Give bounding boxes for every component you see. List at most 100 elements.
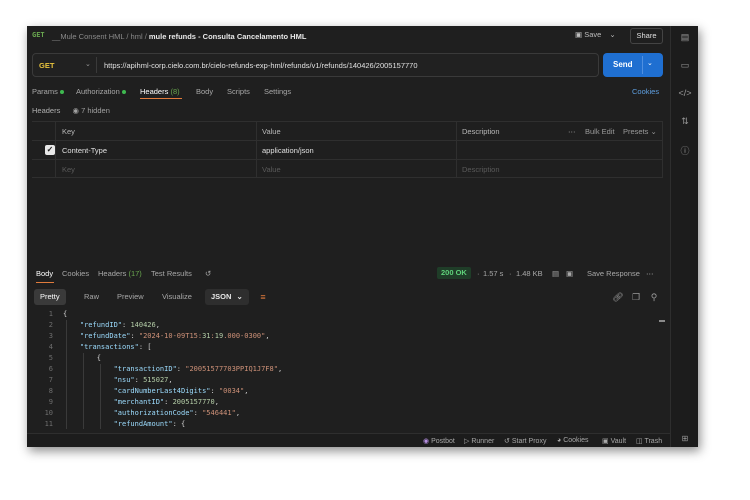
format-label: JSON	[211, 292, 232, 301]
bulk-edit-button[interactable]: Bulk Edit	[585, 127, 615, 136]
related-icon[interactable]: ⇅	[671, 116, 698, 127]
view-pretty[interactable]: Pretty	[34, 289, 66, 305]
breadcrumb-folder[interactable]: hml	[131, 32, 143, 41]
code-text: "transactions": [	[79, 343, 152, 351]
tab-scripts[interactable]: Scripts	[227, 87, 250, 96]
tab-response-body[interactable]: Body	[36, 269, 53, 278]
method-select[interactable]: GET	[39, 61, 54, 70]
code-line: 7 "nsu": 515027,	[27, 375, 667, 386]
postbot-icon: ◉	[423, 438, 430, 445]
headers-title: Headers	[32, 106, 61, 115]
cookies-link[interactable]: Cookies	[632, 87, 659, 96]
new-value-input[interactable]: Value	[262, 165, 281, 174]
breadcrumb-collection[interactable]: __Mule Consent HML	[52, 32, 124, 41]
security-icon[interactable]: ▤	[552, 269, 559, 278]
tab-test-results[interactable]: Test Results	[151, 269, 192, 278]
request-tabs: Params Authorization Headers (8) Body Sc…	[27, 87, 670, 99]
info-icon[interactable]: ⓘ	[671, 144, 698, 157]
new-description-input[interactable]: Description	[462, 165, 500, 174]
code-text: "transactionID": "20051577703PPIQ1J7F8",	[113, 365, 283, 373]
new-key-input[interactable]: Key	[62, 165, 75, 174]
more-options-icon[interactable]: ⋯	[568, 127, 576, 136]
trash-label: Trash	[644, 438, 663, 445]
save-label: Save	[584, 30, 602, 39]
runner-button[interactable]: ▷ Runner	[464, 437, 494, 445]
tab-body[interactable]: Body	[196, 87, 213, 96]
history-icon[interactable]: ↺	[205, 269, 211, 278]
line-number: 1	[48, 310, 53, 318]
response-size[interactable]: 1.48 KB	[516, 269, 543, 278]
status-badge[interactable]: 200 OK	[437, 267, 471, 279]
copy-icon[interactable]: ❐	[630, 291, 642, 303]
chevron-down-icon[interactable]: ⌄	[609, 30, 615, 39]
tab-response-cookies[interactable]: Cookies	[62, 269, 89, 278]
save-response-button[interactable]: Save Response	[587, 269, 640, 278]
view-preview[interactable]: Preview	[111, 289, 150, 305]
code-line: 9 "merchantID": 2005157770,	[27, 397, 667, 408]
header-key-cell[interactable]: Content-Type	[62, 146, 107, 155]
save-icon: ▣	[575, 30, 583, 39]
breadcrumb-current-request[interactable]: mule refunds - Consulta Cancelamento HML	[149, 32, 307, 41]
header-value-cell[interactable]: application/json	[262, 146, 314, 155]
comments-icon[interactable]: ▭	[671, 60, 698, 71]
response-time[interactable]: 1.57 s	[483, 269, 503, 278]
vault-button[interactable]: ▣ Vault	[602, 437, 626, 445]
breadcrumb: __Mule Consent HML / hml / mule refunds …	[52, 32, 306, 41]
start-proxy-button[interactable]: ↺ Start Proxy	[504, 437, 546, 445]
cookies-button[interactable]: ◕ Cookies	[557, 437, 588, 444]
line-number: 7	[48, 376, 53, 384]
tab-response-headers-label: Headers	[98, 269, 127, 278]
format-select[interactable]: JSON ⌄	[205, 289, 249, 305]
line-number: 6	[48, 365, 53, 373]
save-button[interactable]: ▣ Save ⌄	[575, 30, 616, 39]
chevron-down-icon: ⌄	[650, 127, 657, 136]
search-icon[interactable]: ⚲	[648, 291, 660, 303]
vault-label: Vault	[610, 438, 627, 445]
active-tab-indicator	[140, 98, 182, 99]
trash-button[interactable]: ◫ Trash	[636, 437, 662, 445]
eye-icon: ◉	[72, 106, 79, 115]
response-tabs: Body Cookies Headers (17) Test Results ↺	[27, 269, 670, 283]
url-input[interactable]: https://apihml-corp.cielo.com.br/cielo-r…	[104, 61, 418, 70]
link-icon[interactable]: 🔗︎	[612, 291, 624, 303]
documentation-icon[interactable]: ▤	[671, 32, 698, 43]
tab-response-headers[interactable]: Headers (17)	[98, 269, 142, 278]
tab-headers-label: Headers	[140, 87, 169, 96]
chevron-down-icon[interactable]: ⌄	[85, 60, 91, 68]
line-number: 10	[44, 409, 53, 417]
status-dot-icon	[59, 90, 64, 95]
postbot-button[interactable]: ◉ Postbot	[423, 437, 455, 445]
status-dot-icon	[121, 90, 126, 95]
code-text: "refundAmount": {	[113, 420, 186, 428]
column-header-value: Value	[262, 127, 281, 136]
tab-authorization[interactable]: Authorization	[76, 87, 126, 96]
hidden-headers-toggle[interactable]: ◉ 7 hidden	[72, 106, 109, 115]
table-header-row: Key Value Description ⋯ Bulk Edit Preset…	[32, 121, 663, 140]
code-text: "merchantID": 2005157770,	[113, 398, 219, 406]
url-bar: GET ⌄ https://apihml-corp.cielo.com.br/c…	[32, 53, 599, 77]
cookie-icon: ◕	[557, 437, 562, 444]
tab-params[interactable]: Params	[32, 87, 64, 96]
table-row-empty: Key Value Description	[32, 159, 663, 178]
send-button[interactable]: Send ⌄	[603, 53, 663, 77]
code-text: "refundID": 140426,	[79, 321, 160, 329]
table-row: ✓ Content-Type application/json	[32, 140, 663, 159]
header-enabled-checkbox[interactable]: ✓	[45, 145, 55, 155]
tab-settings[interactable]: Settings	[264, 87, 291, 96]
scrollbar[interactable]	[659, 320, 665, 322]
response-body-code[interactable]: 1{2 "refundID": 140426, 3 "refundDate": "…	[27, 309, 667, 429]
globe-icon: ·	[477, 269, 480, 278]
share-button[interactable]: Share	[630, 28, 663, 44]
layout-icon[interactable]: ⊞	[671, 434, 698, 443]
presets-dropdown[interactable]: Presets ⌄	[623, 127, 657, 136]
code-icon[interactable]: </>	[671, 88, 698, 98]
view-raw[interactable]: Raw	[78, 289, 105, 305]
chevron-down-icon[interactable]: ⌄	[647, 59, 653, 67]
meta-separator: ·	[509, 269, 512, 278]
code-line: 4 "transactions": [	[27, 342, 667, 353]
code-text: "cardNumberLast4Digits": "0034",	[113, 387, 249, 395]
view-visualize[interactable]: Visualize	[156, 289, 198, 305]
more-options-icon[interactable]: ⋯	[646, 269, 654, 278]
tab-headers[interactable]: Headers (8)	[140, 87, 180, 96]
wrap-lines-icon[interactable]: ≡	[256, 290, 270, 304]
